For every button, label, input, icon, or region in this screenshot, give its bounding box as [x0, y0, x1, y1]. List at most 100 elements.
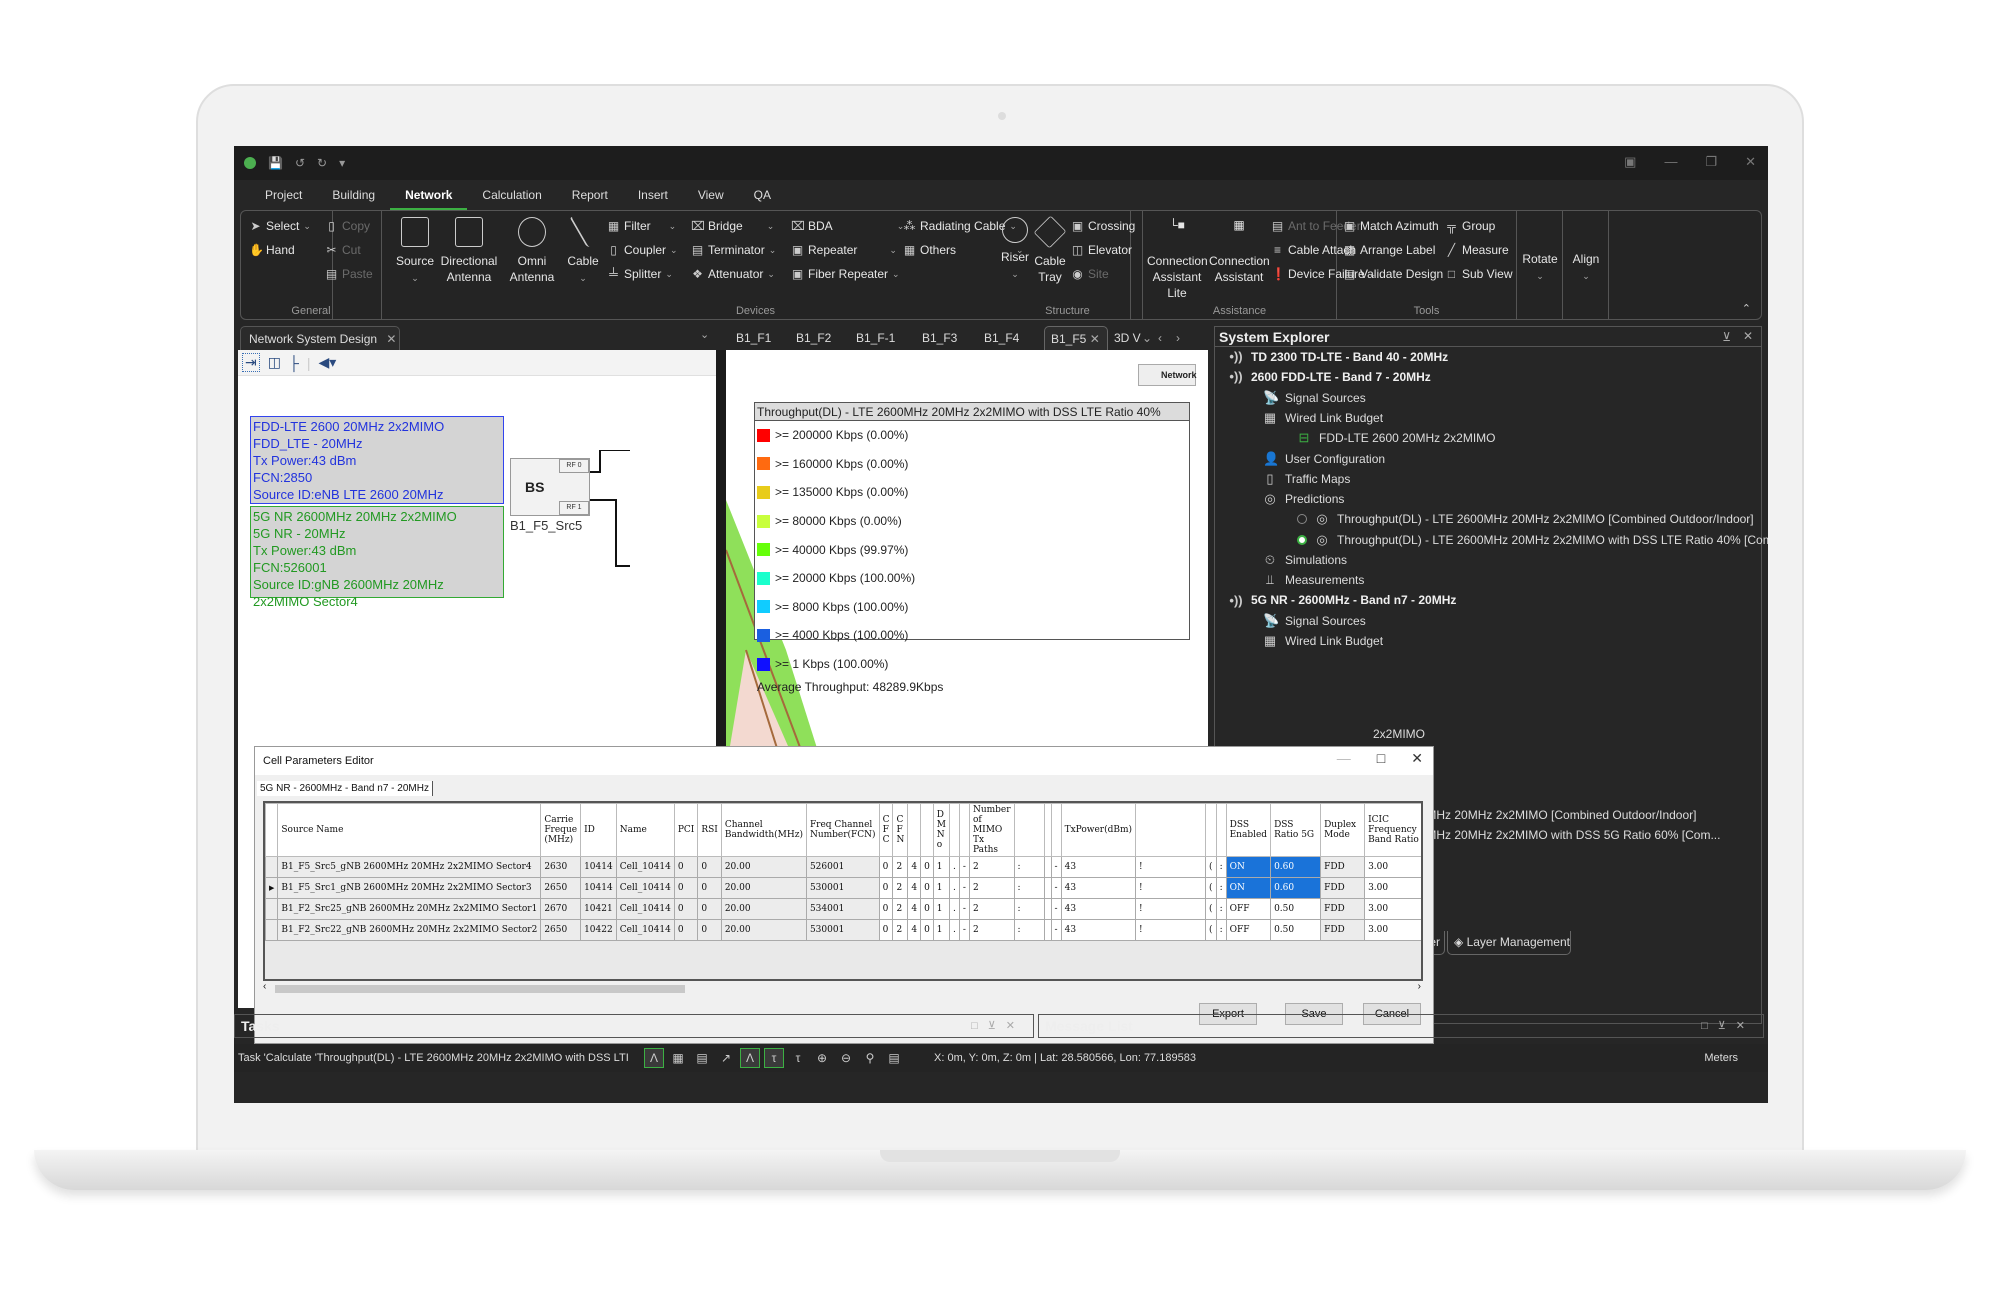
table-cell[interactable]: -: [1050, 877, 1062, 899]
table-cell[interactable]: 0: [920, 856, 934, 878]
close-icon[interactable]: ✕: [1745, 154, 1756, 170]
table-cell[interactable]: -: [958, 898, 970, 920]
antenna-icon[interactable]: τ: [764, 1048, 784, 1068]
minimize-icon[interactable]: —: [1337, 750, 1351, 767]
table-cell[interactable]: 2: [968, 919, 1015, 941]
crossing-button[interactable]: ▣ Crossing: [1071, 219, 1136, 233]
table-cell[interactable]: 43: [1060, 877, 1137, 899]
export-icon[interactable]: ▤: [692, 1048, 712, 1068]
snap-icon[interactable]: Λ: [644, 1048, 664, 1068]
close-tab-icon[interactable]: ✕: [1090, 332, 1100, 346]
table-cell[interactable]: 0: [920, 919, 934, 941]
maximize-icon[interactable]: □: [1377, 750, 1385, 767]
table-cell[interactable]: (: [1205, 856, 1217, 878]
table-cell[interactable]: 2: [968, 898, 1015, 920]
row-selector[interactable]: [265, 898, 279, 920]
table-cell[interactable]: 3.00: [1364, 919, 1421, 941]
column-header[interactable]: [1050, 803, 1062, 857]
tab-3d-view[interactable]: 3D V: [1114, 326, 1141, 350]
scroll-left-icon[interactable]: ‹: [1158, 326, 1162, 350]
tree-icon[interactable]: ├: [289, 355, 299, 371]
lte-source-label[interactable]: FDD-LTE 2600 20MHz 2x2MIMO FDD_LTE - 20MH…: [250, 416, 504, 519]
column-header[interactable]: [1135, 803, 1207, 857]
table-cell[interactable]: :: [1013, 919, 1045, 941]
column-header[interactable]: PCI: [673, 803, 699, 857]
table-cell[interactable]: -: [1050, 856, 1062, 878]
column-header[interactable]: Duplex Mode: [1320, 803, 1366, 857]
group-button[interactable]: ╦ Group: [1445, 219, 1495, 233]
scroll-right-icon[interactable]: ›: [1176, 326, 1180, 350]
table-cell[interactable]: 0.60: [1270, 856, 1322, 878]
column-header[interactable]: TxPower(dBm): [1060, 803, 1137, 857]
tree-node[interactable]: •)) 2600 FDD-LTE - Band 7 - 20MHz: [1229, 369, 1430, 384]
tree-node[interactable]: 👤 User Configuration: [1263, 451, 1385, 467]
column-header[interactable]: ICIC Frequency Band Ratio: [1364, 803, 1421, 857]
table-cell[interactable]: -: [1050, 919, 1062, 941]
fiber-repeater-button[interactable]: ▣ Fiber Repeater ⌄: [791, 267, 900, 281]
table-cell[interactable]: 10421: [580, 898, 617, 920]
tree-node[interactable]: 📡 Signal Sources: [1263, 390, 1366, 406]
select-button[interactable]: ➤ Select ⌄: [249, 219, 310, 233]
table-cell[interactable]: 4: [907, 877, 922, 899]
table-cell[interactable]: -: [958, 919, 970, 941]
table-cell[interactable]: ON: [1225, 877, 1272, 899]
table-cell[interactable]: B1_F5_Src5_gNB 2600MHz 20MHz 2x2MIMO Sec…: [277, 856, 542, 878]
match-azimuth-button[interactable]: ▣ Match Azimuth: [1343, 219, 1439, 233]
table-cell[interactable]: 1: [932, 856, 951, 878]
copy-button[interactable]: ▯ Copy: [325, 219, 370, 233]
visibility-radio[interactable]: [1297, 534, 1307, 545]
table-cell[interactable]: .: [949, 856, 960, 878]
table-cell[interactable]: OFF: [1225, 898, 1272, 920]
table-cell[interactable]: Cell_10414: [615, 856, 675, 878]
table-cell[interactable]: 0: [920, 877, 934, 899]
hand-button[interactable]: ✋ Hand: [249, 243, 295, 257]
menu-building[interactable]: Building: [317, 180, 390, 210]
bda-button[interactable]: ⌧ BDA ⌄: [791, 219, 904, 233]
split-icon[interactable]: ◫: [268, 354, 281, 371]
close-icon[interactable]: ✕: [1411, 750, 1423, 767]
table-cell[interactable]: 0: [673, 898, 699, 920]
table-cell[interactable]: 3.00: [1364, 898, 1421, 920]
tabs-dropdown-icon[interactable]: ⌄: [1142, 326, 1152, 350]
table-cell[interactable]: 0: [878, 919, 894, 941]
table-cell[interactable]: B1_F5_Src1_gNB 2600MHz 20MHz 2x2MIMO Sec…: [277, 877, 542, 899]
panel-controls[interactable]: □⊻✕: [971, 1015, 1025, 1037]
external-icon[interactable]: ↗: [716, 1048, 736, 1068]
tree-node[interactable]: ⏲ Simulations: [1263, 552, 1347, 568]
table-cell[interactable]: 20.00: [720, 877, 807, 899]
column-header[interactable]: Channel Bandwidth(MHz): [720, 803, 807, 857]
antenna-snap-icon[interactable]: Λ: [740, 1048, 760, 1068]
table-cell[interactable]: 530001: [805, 919, 880, 941]
table-cell[interactable]: 2: [968, 877, 1015, 899]
table-cell[interactable]: :: [1215, 856, 1227, 878]
table-cell[interactable]: (: [1205, 919, 1217, 941]
tab-b1-f5[interactable]: B1_F5 ✕: [1044, 326, 1108, 350]
table-cell[interactable]: 4: [907, 856, 922, 878]
table-cell[interactable]: 10414: [580, 856, 617, 878]
table-cell[interactable]: 10414: [580, 877, 617, 899]
column-header[interactable]: [1013, 803, 1045, 857]
table-cell[interactable]: 2: [892, 877, 909, 899]
maximize-icon[interactable]: ❐: [1705, 154, 1717, 170]
bridge-button[interactable]: ⌧ Bridge ⌄: [691, 219, 774, 233]
table-cell[interactable]: Cell_10414: [615, 898, 675, 920]
table-cell[interactable]: 1: [932, 919, 951, 941]
cut-button[interactable]: ✂ Cut: [325, 243, 360, 257]
tab-b1-f-1[interactable]: B1_F-1: [856, 326, 895, 350]
table-cell[interactable]: 1: [932, 877, 951, 899]
tab-b1-f1[interactable]: B1_F1: [736, 326, 771, 350]
table-cell[interactable]: -: [958, 877, 970, 899]
terminator-button[interactable]: ▤ Terminator ⌄: [691, 243, 776, 257]
table-cell[interactable]: -: [1050, 898, 1062, 920]
save-icon[interactable]: 💾: [268, 156, 283, 170]
table-cell[interactable]: 20.00: [720, 919, 807, 941]
table-cell[interactable]: 4: [907, 919, 922, 941]
row-selector[interactable]: [265, 919, 279, 941]
list-icon[interactable]: ▤: [884, 1048, 904, 1068]
column-header[interactable]: D M N o: [932, 803, 951, 857]
table-cell[interactable]: FDD: [1320, 856, 1366, 878]
table-cell[interactable]: !: [1135, 856, 1207, 878]
table-cell[interactable]: 0.50: [1270, 898, 1322, 920]
table-cell[interactable]: Cell_10414: [615, 877, 675, 899]
column-header[interactable]: Number of MIMO Tx Paths: [968, 803, 1015, 857]
